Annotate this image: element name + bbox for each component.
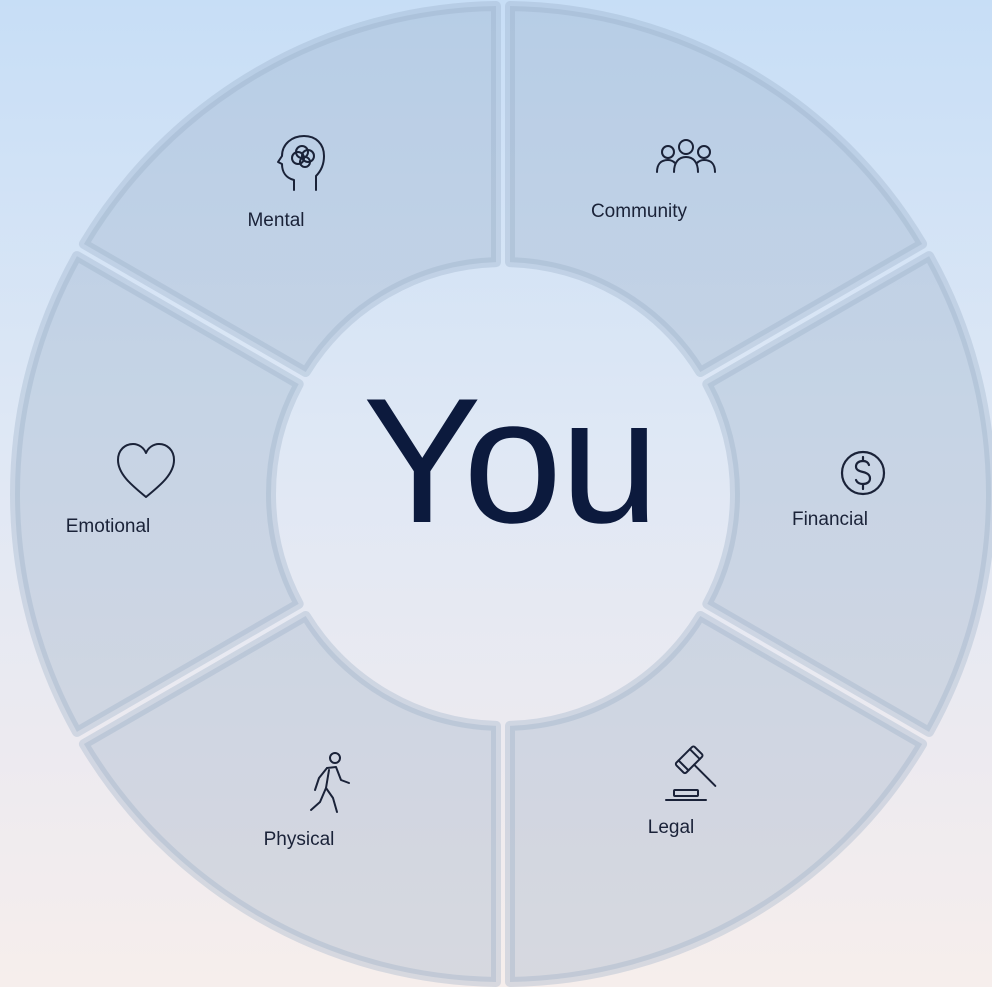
segment-label-financial: Financial (791, 509, 869, 530)
center-label-you: You (362, 361, 659, 560)
segment-label-community: Community (590, 201, 688, 222)
segment-label-physical: Physical (263, 829, 335, 850)
head-brain-icon (274, 132, 330, 194)
gavel-icon (660, 738, 730, 804)
people-group-icon (654, 138, 718, 174)
walking-person-icon (305, 750, 353, 816)
segment-label-emotional: Emotional (65, 516, 151, 537)
dollar-coin-icon (839, 449, 887, 497)
heart-icon (114, 441, 178, 501)
segment-label-legal: Legal (647, 817, 695, 838)
segment-label-mental: Mental (247, 210, 305, 231)
